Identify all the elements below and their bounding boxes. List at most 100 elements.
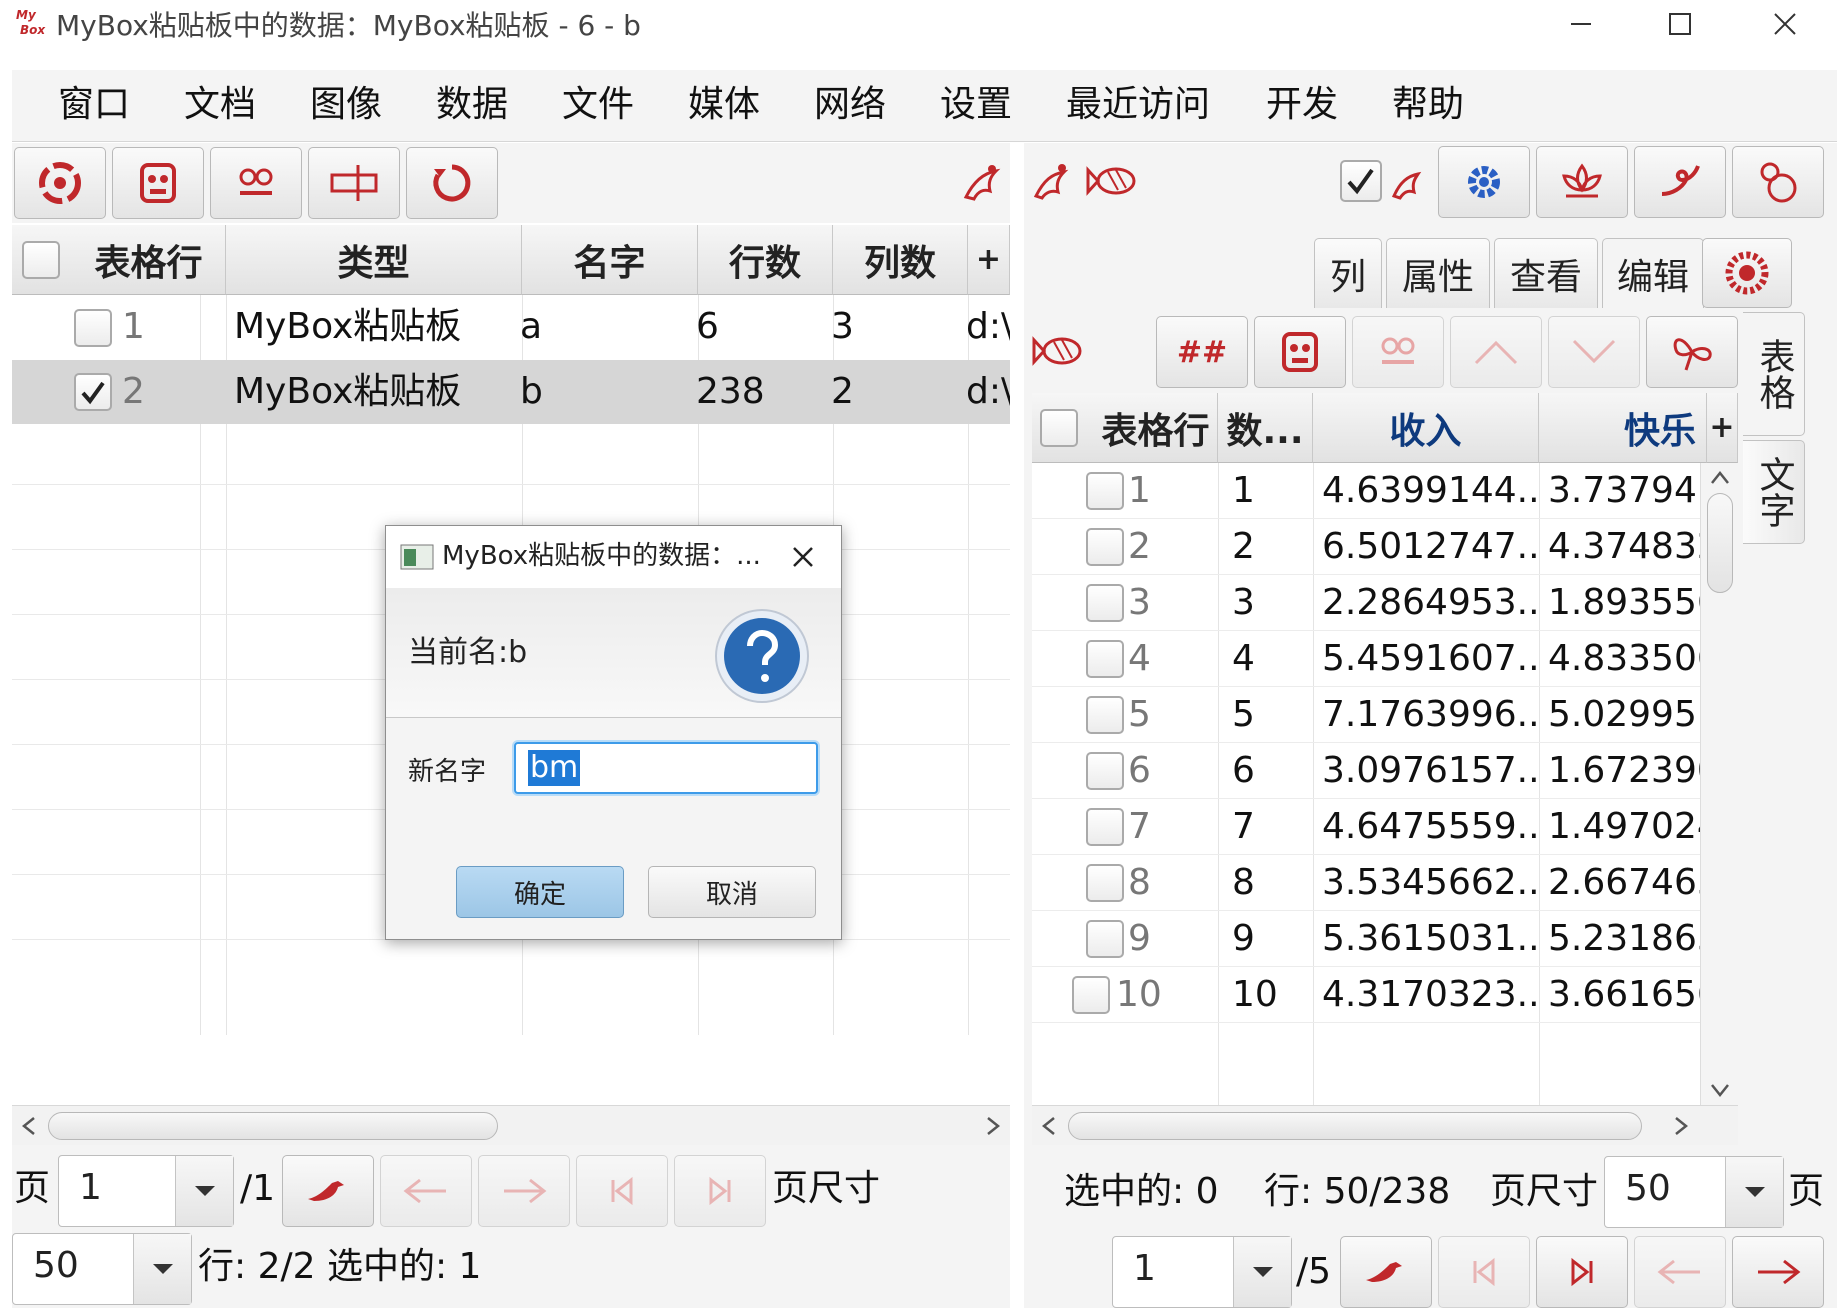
delete-rows-button[interactable] xyxy=(1254,316,1346,388)
close-icon[interactable] xyxy=(792,546,814,568)
col-header-row[interactable]: 表格行 xyxy=(1032,393,1218,463)
settings-button[interactable] xyxy=(1438,146,1530,218)
row-checkbox[interactable] xyxy=(1086,472,1124,510)
next-page-button[interactable] xyxy=(478,1155,570,1227)
tab-columns[interactable]: 列 xyxy=(1314,238,1382,308)
table-row[interactable]: 7 7 4.6475559... 1.497024 xyxy=(1032,799,1700,855)
col-header-cols[interactable]: 列数 xyxy=(833,225,968,295)
page-combo[interactable]: 1 xyxy=(1112,1236,1292,1308)
refresh-button[interactable] xyxy=(406,147,498,219)
page-combo[interactable]: 1 xyxy=(58,1155,234,1227)
flower-button[interactable] xyxy=(1702,238,1792,308)
row-checkbox[interactable] xyxy=(1086,808,1124,846)
right-vscrollbar[interactable] xyxy=(1700,463,1738,1105)
row-checkbox[interactable] xyxy=(74,309,112,347)
last-page-button[interactable] xyxy=(674,1155,766,1227)
scroll-thumb[interactable] xyxy=(1068,1112,1642,1140)
previous-page-button[interactable] xyxy=(1634,1236,1726,1308)
first-page-button[interactable] xyxy=(1438,1236,1530,1308)
last-page-button[interactable] xyxy=(1536,1236,1628,1308)
col-header-number[interactable]: 数... xyxy=(1218,393,1313,463)
phoenix-icon[interactable] xyxy=(956,157,1004,209)
menu-develop[interactable]: 开发 xyxy=(1266,82,1338,128)
move-up-button[interactable] xyxy=(1450,316,1542,388)
scroll-thumb[interactable] xyxy=(48,1112,498,1140)
menu-file[interactable]: 文件 xyxy=(562,82,634,128)
maximize-button[interactable] xyxy=(1650,0,1710,48)
scroll-up-icon[interactable] xyxy=(1710,469,1730,485)
col-header-name[interactable]: 名字 xyxy=(522,225,698,295)
clear-button[interactable] xyxy=(210,147,302,219)
table-row[interactable]: 2 2 6.5012747... 4.374832 xyxy=(1032,519,1700,575)
clear-rows-button[interactable] xyxy=(1352,316,1444,388)
right-hscrollbar[interactable] xyxy=(1032,1105,1738,1145)
goto-page-button[interactable] xyxy=(282,1155,374,1227)
row-checkbox[interactable] xyxy=(1086,696,1124,734)
menu-media[interactable]: 媒体 xyxy=(688,82,760,128)
row-checkbox-checked[interactable] xyxy=(74,373,112,411)
menu-recent[interactable]: 最近访问 xyxy=(1066,82,1210,128)
col-header-type[interactable]: 类型 xyxy=(226,225,522,295)
table-row[interactable]: 6 6 3.0976157... 1.672390 xyxy=(1032,743,1700,799)
scroll-left-icon[interactable] xyxy=(20,1116,38,1136)
move-down-button[interactable] xyxy=(1548,316,1640,388)
fish-icon[interactable] xyxy=(1030,330,1088,372)
menu-document[interactable]: 文档 xyxy=(184,82,256,128)
col-header-income[interactable]: 收入 xyxy=(1313,393,1539,463)
row-checkbox[interactable] xyxy=(1072,976,1110,1014)
cancel-button[interactable]: 取消 xyxy=(648,866,816,918)
delete-button[interactable] xyxy=(112,147,204,219)
swirl-button[interactable] xyxy=(1634,146,1726,218)
table-row[interactable]: 10 10 4.3170323... 3.661656 xyxy=(1032,967,1700,1023)
next-page-button[interactable] xyxy=(1732,1236,1824,1308)
rename-button[interactable] xyxy=(308,147,400,219)
minimize-button[interactable] xyxy=(1551,0,1611,48)
vtab-text[interactable]: 文字 xyxy=(1743,440,1805,544)
col-header-more[interactable]: + xyxy=(1707,393,1738,463)
menu-data[interactable]: 数据 xyxy=(436,82,508,128)
page-size-combo[interactable]: 50 xyxy=(12,1233,192,1305)
page-size-combo[interactable]: 50 xyxy=(1604,1156,1784,1228)
tab-view[interactable]: 查看 xyxy=(1494,238,1598,308)
col-header-more[interactable]: + xyxy=(968,225,1010,295)
previous-page-button[interactable] xyxy=(380,1155,472,1227)
menu-help[interactable]: 帮助 xyxy=(1392,82,1464,128)
lotus-button[interactable] xyxy=(1536,146,1628,218)
table-row[interactable]: 5 5 7.1763996... 5.029951 xyxy=(1032,687,1700,743)
close-window-button[interactable] xyxy=(1755,0,1815,48)
scroll-thumb[interactable] xyxy=(1707,493,1733,593)
goto-page-button[interactable] xyxy=(1340,1236,1432,1308)
tab-edit[interactable]: 编辑 xyxy=(1602,238,1704,308)
row-checkbox[interactable] xyxy=(1086,528,1124,566)
table-row[interactable]: 1 1 4.6399144... 3.737941 xyxy=(1032,463,1700,519)
ok-button[interactable]: 确定 xyxy=(456,866,624,918)
vtab-table[interactable]: 表格 xyxy=(1743,312,1805,436)
table-row[interactable]: 9 9 5.3615031... 5.231863 xyxy=(1032,911,1700,967)
scroll-left-icon[interactable] xyxy=(1040,1116,1058,1136)
query-button[interactable] xyxy=(14,147,106,219)
table-row[interactable]: 8 8 3.5345662... 2.667465 xyxy=(1032,855,1700,911)
row-checkbox[interactable] xyxy=(1086,584,1124,622)
table-row[interactable]: 4 4 5.4591607... 4.833506 xyxy=(1032,631,1700,687)
butterfly-button[interactable] xyxy=(1646,316,1738,388)
select-all-checkbox[interactable] xyxy=(1040,409,1078,447)
table-row[interactable]: 1 MyBox粘贴板 a 6 3 d:\ xyxy=(12,295,1010,360)
phoenix-icon[interactable] xyxy=(1030,156,1074,206)
scroll-down-icon[interactable] xyxy=(1710,1083,1730,1099)
scroll-right-icon[interactable] xyxy=(1672,1116,1690,1136)
select-all-checkbox[interactable] xyxy=(22,241,60,279)
col-header-rows[interactable]: 行数 xyxy=(698,225,833,295)
row-number-button[interactable]: ## xyxy=(1156,316,1248,388)
row-checkbox[interactable] xyxy=(1086,752,1124,790)
fish-icon[interactable] xyxy=(1086,160,1140,202)
left-hscrollbar[interactable] xyxy=(12,1105,1010,1145)
menu-settings[interactable]: 设置 xyxy=(940,82,1012,128)
col-header-row[interactable]: 表格行 xyxy=(12,225,226,295)
menu-network[interactable]: 网络 xyxy=(814,82,886,128)
row-checkbox[interactable] xyxy=(1086,640,1124,678)
new-name-input[interactable]: bm xyxy=(514,742,818,794)
menu-window[interactable]: 窗口 xyxy=(58,82,130,128)
menu-image[interactable]: 图像 xyxy=(310,82,382,128)
table-row-selected[interactable]: 2 MyBox粘贴板 b 238 2 d:\ xyxy=(12,360,1010,424)
col-header-happy[interactable]: 快乐 xyxy=(1539,393,1707,463)
